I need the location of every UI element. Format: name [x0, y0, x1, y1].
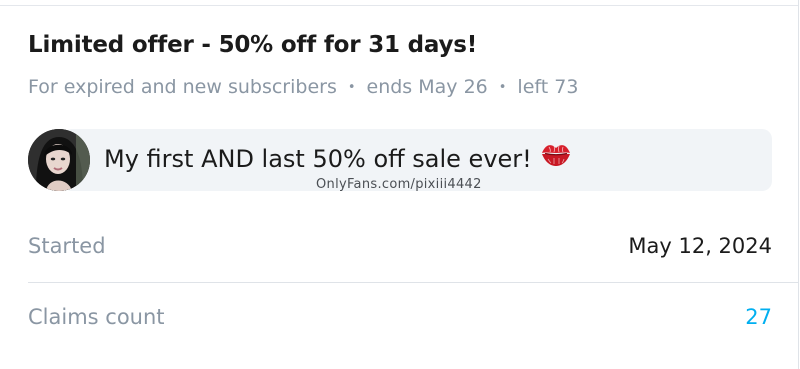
kiss-mark-icon [540, 141, 572, 173]
top-divider [0, 5, 798, 6]
avatar[interactable] [28, 129, 90, 191]
offer-audience: For expired and new subscribers [28, 76, 337, 98]
started-value: May 12, 2024 [628, 234, 772, 258]
offer-title: Limited offer - 50% off for 31 days! [28, 32, 478, 58]
separator-dot: • [347, 80, 356, 95]
claims-row: Claims count 27 [28, 305, 772, 345]
claims-label: Claims count [28, 305, 165, 329]
message-text: My first AND last 50% off sale ever! [104, 145, 532, 173]
offer-left: left 73 [517, 76, 579, 98]
creator-avatar-image [28, 129, 90, 191]
offer-meta: For expired and new subscribers • ends May… [28, 76, 578, 98]
started-label: Started [28, 234, 106, 258]
row-divider [28, 282, 798, 283]
offer-ends: ends May 26 [366, 76, 488, 98]
separator-dot: • [498, 80, 507, 95]
started-row: Started May 12, 2024 [28, 234, 772, 274]
watermark: OnlyFans.com/pixiii4442 [316, 177, 482, 192]
claims-count-link[interactable]: 27 [745, 305, 772, 329]
message-text-line: My first AND last 50% off sale ever! [104, 144, 572, 176]
offer-details-panel: Limited offer - 50% off for 31 days! For… [0, 0, 799, 369]
